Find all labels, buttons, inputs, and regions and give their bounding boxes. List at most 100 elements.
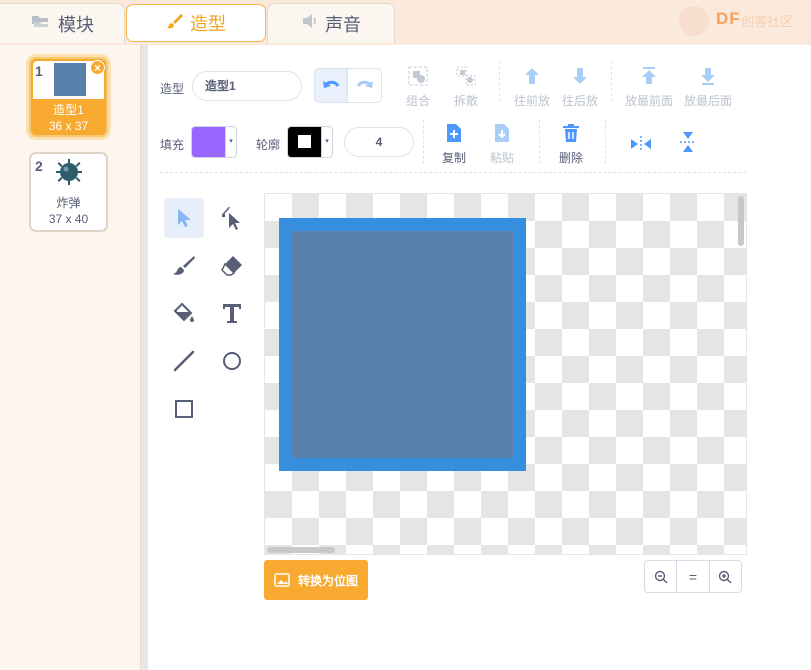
group-icon <box>407 65 429 87</box>
costume-name: 造型1 <box>53 103 84 117</box>
outline-color-picker[interactable]: ▾ <box>287 126 333 158</box>
eraser-tool[interactable] <box>212 245 252 285</box>
undo-button[interactable] <box>315 69 349 102</box>
line-tool[interactable] <box>164 341 204 381</box>
costume-number: 2 <box>35 158 43 174</box>
group-button[interactable]: 组合 <box>406 65 430 109</box>
copy-button[interactable]: 复制 <box>442 122 466 166</box>
costume-name: 炸弹 <box>56 196 81 210</box>
speaker-icon <box>301 13 319 34</box>
zoom-out-button[interactable] <box>645 561 678 592</box>
group-label: 组合 <box>406 94 431 108</box>
paste-label: 粘贴 <box>490 151 515 165</box>
toolbar-separator <box>605 120 606 164</box>
brush-icon <box>173 256 195 275</box>
front-label: 放最前面 <box>625 94 674 108</box>
tab-costumes-label: 造型 <box>190 14 226 34</box>
brand-logo-text: DF <box>716 9 741 28</box>
text-icon <box>223 304 241 323</box>
brush-tool[interactable] <box>164 245 204 285</box>
tab-code-label: 模块 <box>58 14 94 35</box>
flip-vertical-button[interactable] <box>677 131 699 158</box>
toolbar-separator <box>423 120 424 164</box>
circle-icon <box>223 352 241 370</box>
outline-width-input[interactable]: 4 <box>344 127 414 157</box>
toolbar-separator <box>611 61 612 101</box>
select-icon <box>178 209 191 227</box>
fill-tool[interactable] <box>164 293 204 333</box>
trash-icon <box>560 122 582 144</box>
drawing-canvas[interactable] <box>264 193 747 555</box>
convert-to-bitmap-button[interactable]: 转换为位图 <box>264 560 368 600</box>
back-button[interactable]: 放最后面 <box>684 65 732 109</box>
costume-rectangle[interactable] <box>279 218 526 471</box>
horizontal-scrollbar[interactable] <box>267 547 335 553</box>
undo-redo-group <box>314 68 382 103</box>
fill-swatch <box>192 127 226 157</box>
tab-code[interactable]: 模块 <box>0 3 125 43</box>
paint-editor: 造型 造型1 组合 拆散 往前放 往后放 放最前面 放最后面 填充 ▾ 轮廓 ▾… <box>148 45 811 670</box>
delete-button[interactable]: 删除 <box>559 122 583 166</box>
costume-size: 36 x 37 <box>48 119 89 133</box>
flip-horizontal-button[interactable] <box>630 133 652 160</box>
backward-button[interactable]: 往后放 <box>562 65 598 109</box>
chevron-down-icon: ▾ <box>321 127 332 157</box>
delete-label: 删除 <box>559 151 584 165</box>
costume-item-1[interactable]: 1 × 造型1 36 x 37 <box>29 57 108 137</box>
code-blocks-icon <box>30 13 52 34</box>
tab-costumes[interactable]: 造型 <box>126 4 266 42</box>
forward-icon <box>521 65 543 87</box>
fill-color-picker[interactable]: ▾ <box>191 126 237 158</box>
toolbar-divider <box>160 172 746 173</box>
outline-label: 轮廓 <box>256 138 281 152</box>
zoom-reset-button[interactable]: = <box>677 561 710 592</box>
forward-button[interactable]: 往前放 <box>514 65 550 109</box>
brand-mascot-icon <box>679 6 709 36</box>
costume-thumb-rect <box>54 63 86 96</box>
costume-number: 1 <box>35 63 43 79</box>
send-to-back-icon <box>697 65 719 87</box>
toolbar-separator <box>539 120 540 164</box>
costume-item-2[interactable]: 2 炸弹 37 x 40 <box>29 152 108 232</box>
convert-to-bitmap-label: 转换为位图 <box>298 573 359 588</box>
vertical-scrollbar[interactable] <box>738 196 744 246</box>
backward-label: 往后放 <box>562 94 599 108</box>
flip-vertical-icon <box>677 131 699 153</box>
redo-button[interactable] <box>348 69 381 102</box>
paste-icon <box>491 122 513 144</box>
front-button[interactable]: 放最前面 <box>625 65 673 109</box>
eraser-icon <box>221 256 242 276</box>
zoom-in-button[interactable] <box>710 561 741 592</box>
text-tool[interactable] <box>212 293 252 333</box>
editor-tabs: 模块 造型 声音 <box>0 0 395 44</box>
rectangle-icon <box>175 400 193 418</box>
costume-list: 1 × 造型1 36 x 37 2 炸弹 37 x 40 <box>0 45 148 670</box>
reshape-tool[interactable] <box>212 198 252 238</box>
costume-name-input[interactable]: 造型1 <box>192 71 302 101</box>
zoom-out-icon <box>654 570 668 583</box>
backward-icon <box>569 65 591 87</box>
rectangle-tool[interactable] <box>164 389 204 429</box>
pane-scrollbar[interactable] <box>141 45 148 670</box>
select-tool[interactable] <box>164 198 204 238</box>
reshape-icon <box>222 206 240 230</box>
costume-name-label: 造型 <box>160 82 185 96</box>
bring-to-front-icon <box>638 65 660 87</box>
tab-sounds[interactable]: 声音 <box>267 3 395 43</box>
undo-icon <box>323 80 340 88</box>
zoom-reset-label: = <box>688 568 698 585</box>
copy-label: 复制 <box>442 151 467 165</box>
ungroup-button[interactable]: 拆散 <box>454 65 478 109</box>
copy-icon <box>443 122 465 144</box>
brand-community-text: 创客社区 <box>741 14 794 29</box>
circle-tool[interactable] <box>212 341 252 381</box>
brand-logo: DF 创客社区 <box>661 0 811 45</box>
ungroup-label: 拆散 <box>454 94 479 108</box>
paste-button[interactable]: 粘贴 <box>490 122 514 166</box>
toolbar-separator <box>499 61 500 101</box>
top-bar: 模块 造型 声音 DF 创客社区 <box>0 0 811 45</box>
zoom-controls: = <box>644 560 742 593</box>
chevron-down-icon: ▾ <box>225 127 236 157</box>
delete-costume-icon[interactable]: × <box>90 60 105 75</box>
costume-size: 37 x 40 <box>48 212 89 226</box>
